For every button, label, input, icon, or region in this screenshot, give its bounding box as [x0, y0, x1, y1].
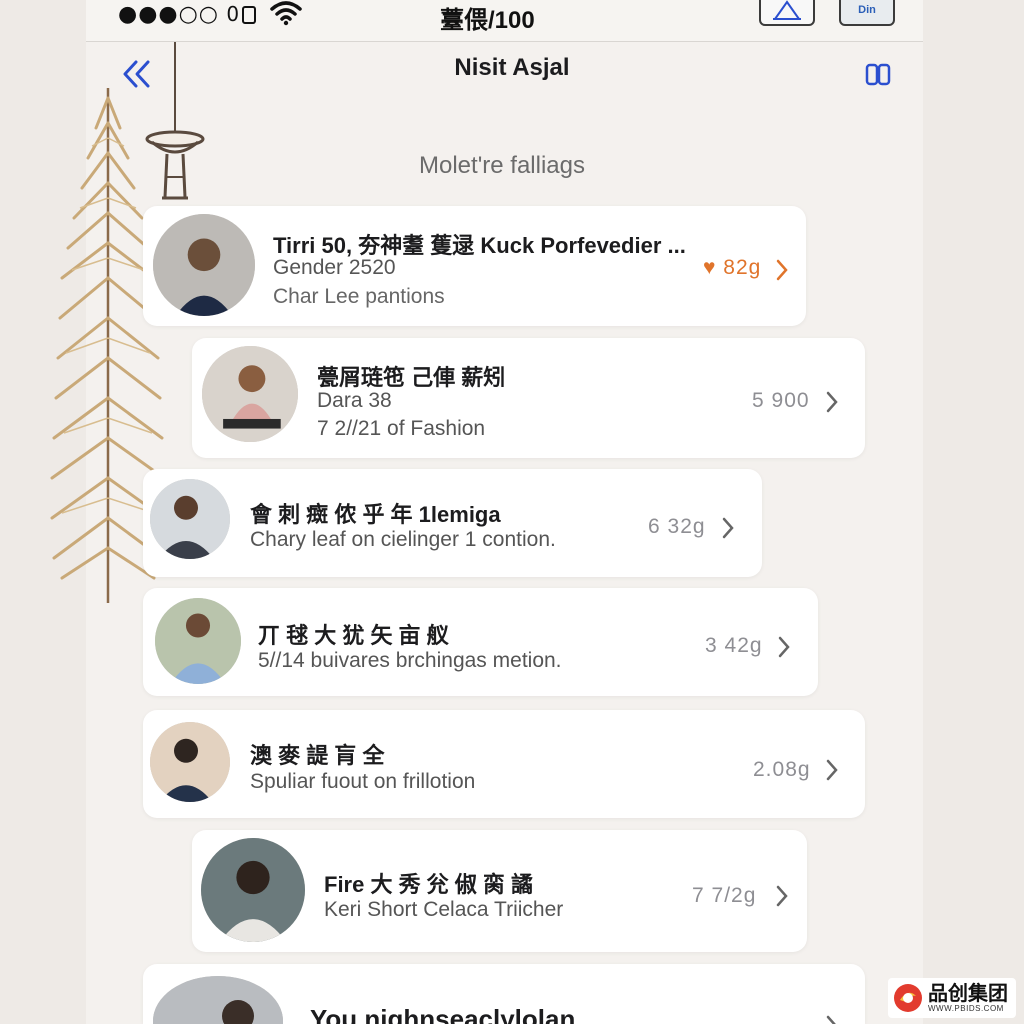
- avatar: [201, 838, 305, 942]
- list-item[interactable]: You nighnseaclylolan: [143, 964, 865, 1024]
- avatar: [153, 976, 283, 1024]
- card-meta: 7 7/2g: [692, 884, 757, 907]
- list-item[interactable]: 會 刺 癍 侬 乎 年 1lemiga Chary leaf on cielin…: [143, 469, 762, 577]
- list-item[interactable]: 澳 麥 諟 肓 全 Spuliar fuout on frillotion 2.…: [143, 710, 865, 818]
- avatar: [155, 598, 241, 684]
- chevron-right-icon: [778, 636, 790, 658]
- avatar: [150, 722, 230, 802]
- chevron-right-icon: [826, 391, 838, 413]
- avatar: [150, 479, 230, 559]
- chevron-right-icon: [826, 1015, 836, 1024]
- section-title: Molet're falliags: [419, 152, 585, 179]
- app-switch-button[interactable]: Din: [839, 0, 895, 26]
- list-item[interactable]: Tirri 50, 夯神耋 蒦逯 Kuck Porfevedier ... Ge…: [143, 206, 806, 326]
- list-item[interactable]: 丌 毬 大 犹 矢 亩 舣 5//14 buivares brchingas m…: [143, 588, 818, 696]
- card-title: 澳 麥 諟 肓 全: [250, 743, 385, 768]
- card-title: 甍屑琏竾 己俥 薪矧: [317, 365, 506, 390]
- chevron-right-icon: [776, 259, 788, 281]
- card-subtitle: Keri Short Celaca Triicher: [324, 898, 564, 921]
- card-meta: 6 32g: [648, 515, 706, 538]
- card-subtitle: Spuliar fuout on frillotion: [250, 770, 476, 793]
- warning-icon: [773, 0, 801, 20]
- card-title: 會 刺 癍 侬 乎 年 1lemiga: [250, 502, 501, 527]
- chevron-right-icon: [776, 885, 788, 907]
- camera-button[interactable]: [759, 0, 815, 26]
- wifi-icon: [270, 1, 302, 26]
- card-meta: 5 900: [752, 389, 810, 412]
- card-meta: 2.08g: [753, 758, 811, 781]
- card-subtitle: 5//14 buivares brchingas metion.: [258, 649, 562, 672]
- card-detail: Char Lee pantions: [273, 285, 445, 308]
- list-item[interactable]: Fire 大 秀 兊 俶 脔 譎 Keri Short Celaca Triic…: [192, 830, 807, 952]
- watermark-url: WWW.PBIDS.COM: [928, 1003, 1004, 1013]
- card-meta: ♥ 82g: [703, 256, 762, 279]
- avatar: [153, 214, 255, 316]
- app-switch-label: Din: [858, 4, 876, 16]
- card-detail: 7 2//21 of Fashion: [317, 417, 486, 440]
- card-title: 丌 毬 大 犹 矢 亩 舣: [258, 623, 449, 648]
- card-title: You nighnseaclylolan: [310, 1004, 576, 1024]
- brand-logo-icon: [894, 984, 922, 1012]
- card-title: Fire 大 秀 兊 俶 脔 譎: [324, 872, 534, 897]
- list-item[interactable]: 甍屑琏竾 己俥 薪矧 Dara 38 7 2//21 of Fashion 5 …: [192, 338, 865, 458]
- avatar: [202, 346, 298, 442]
- watermark-logo: 品创集团 WWW.PBIDS.COM: [888, 978, 1016, 1018]
- status-time: 薹偎/100: [440, 7, 535, 34]
- chevron-right-icon: [722, 517, 734, 539]
- chevron-right-icon: [826, 759, 838, 781]
- watermark-text: 品创集团: [928, 982, 1008, 1005]
- book-icon[interactable]: [864, 60, 892, 88]
- card-subtitle: Chary leaf on cielinger 1 contion.: [250, 528, 556, 551]
- card-subtitle: Gender 2520: [273, 256, 396, 279]
- card-meta: 3 42g: [705, 634, 763, 657]
- signal-indicator: ●●●○○ 0: [118, 2, 257, 27]
- card-subtitle: Dara 38: [317, 389, 392, 412]
